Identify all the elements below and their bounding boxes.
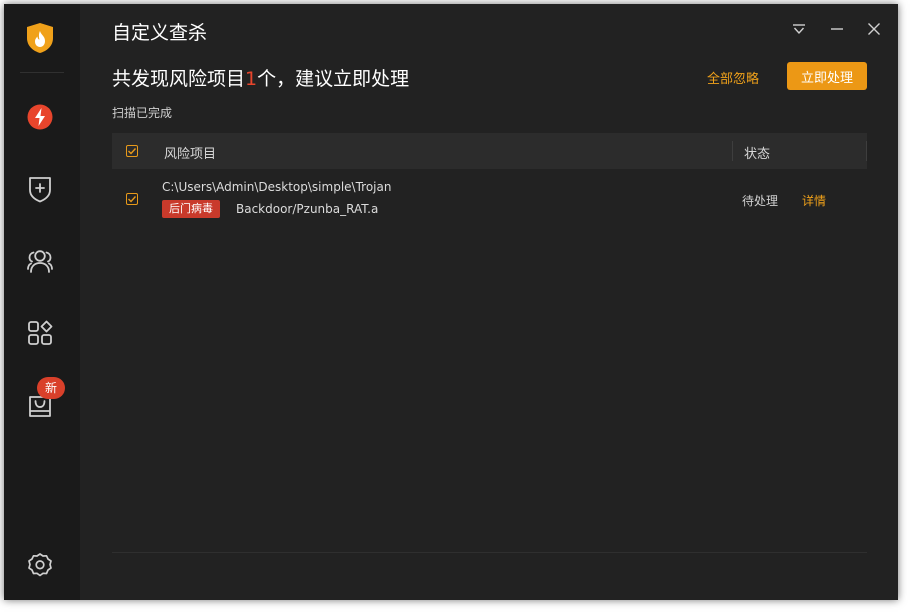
column-header-status: 状态 [744, 147, 771, 162]
sidebar: 新 [4, 4, 80, 600]
window-title: 自定义查杀 [112, 22, 208, 44]
fire-shield-icon [24, 22, 56, 54]
main-panel: 自定义查杀 共发现风险项目1个，建议立即处理 扫描已完成 全部忽略 立即处理 风… [80, 4, 898, 600]
column-header-item: 风险项目 [164, 147, 217, 162]
lightning-icon[interactable] [24, 101, 56, 133]
sidebar-divider [20, 72, 64, 73]
scan-status-text: 扫描已完成 [112, 106, 173, 120]
apps-icon[interactable] [24, 317, 56, 349]
details-link[interactable]: 详情 [802, 192, 826, 209]
risk-count: 1 [245, 68, 258, 90]
gear-icon[interactable] [24, 549, 56, 581]
row-status: 待处理 [742, 194, 779, 208]
table-row[interactable]: C:\Users\Admin\Desktop\simple\Trojan 后门病… [112, 170, 867, 228]
headline-prefix: 共发现风险项目 [112, 68, 246, 90]
footer-divider [112, 552, 867, 553]
fix-now-button[interactable]: 立即处理 [787, 62, 867, 90]
threat-name: Backdoor/Pzunba_RAT.a [236, 202, 379, 216]
check-icon [128, 148, 137, 155]
column-divider [732, 141, 733, 161]
menu-icon[interactable] [788, 18, 810, 40]
minimize-icon[interactable] [826, 18, 848, 40]
users-icon[interactable] [24, 245, 56, 277]
file-path: C:\Users\Admin\Desktop\simple\Trojan [162, 180, 392, 194]
risk-table-header: 风险项目 状态 [112, 133, 867, 169]
check-icon [128, 196, 137, 203]
virus-type-tag: 后门病毒 [162, 200, 220, 218]
ignore-all-link[interactable]: 全部忽略 [707, 68, 759, 87]
select-all-checkbox[interactable] [126, 145, 138, 157]
scan-result-headline: 共发现风险项目1个，建议立即处理 [112, 64, 409, 91]
row-checkbox[interactable] [126, 193, 138, 205]
app-window: 新 自定义查杀 共发现风险项目1个，建议立即处理 扫描已完成 全部忽略 立即处理… [4, 4, 898, 600]
column-divider [866, 141, 867, 161]
headline-suffix: 个，建议立即处理 [257, 68, 410, 90]
shield-plus-icon[interactable] [24, 173, 56, 205]
new-badge: 新 [37, 377, 65, 399]
close-icon[interactable] [863, 18, 885, 40]
